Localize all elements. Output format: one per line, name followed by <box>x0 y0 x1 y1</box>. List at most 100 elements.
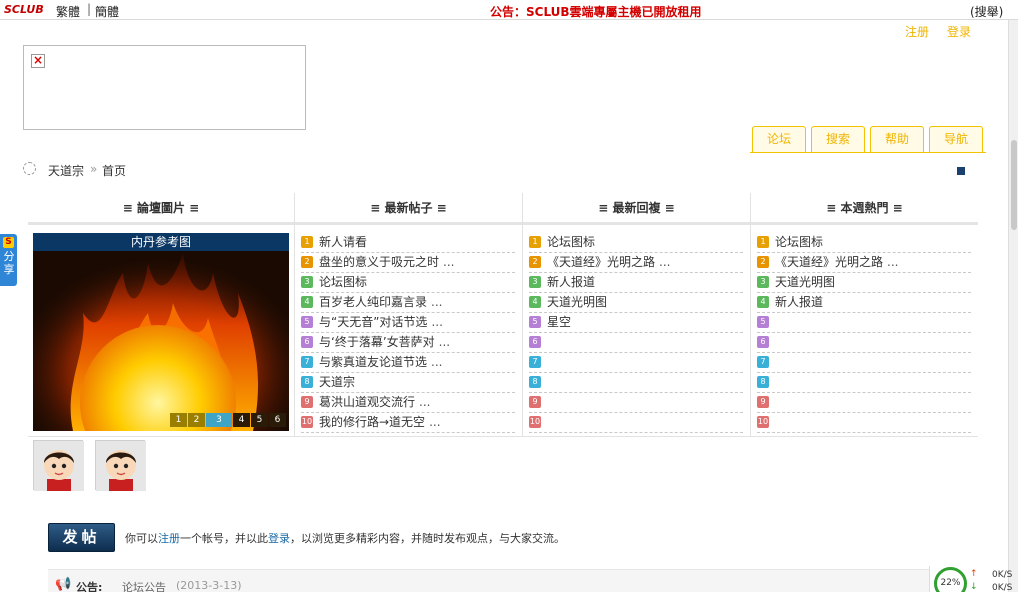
list-item[interactable]: 3 论坛图标 <box>301 273 515 293</box>
list-item[interactable]: 3 天道光明图 <box>757 273 971 293</box>
invite-login-link[interactable]: 登录 <box>268 532 290 545</box>
member-avatar[interactable] <box>95 440 146 491</box>
list-item[interactable]: 10 我的修行路→道无空... <box>301 413 515 433</box>
list-item-title[interactable]: 百岁老人纯印嘉言录 <box>319 295 427 309</box>
photo-page-5[interactable]: 5 <box>251 413 268 427</box>
traditional-link[interactable]: 繁體 <box>56 3 80 20</box>
list-item-title[interactable]: 天道光明图 <box>547 295 607 309</box>
photo-page-2[interactable]: 2 <box>188 413 205 427</box>
list-item[interactable]: 8 <box>529 373 743 393</box>
column-header-photos: ≡ 論壇圖片 ≡ <box>28 193 294 225</box>
tab-search[interactable]: 搜索 <box>811 126 865 153</box>
truncation-ellipsis: ... <box>431 355 443 369</box>
list-item[interactable]: 4 新人报道 <box>757 293 971 313</box>
photo-column: ≡ 論壇圖片 ≡ 内丹参考图 1 2 3 4 5 6 <box>28 193 294 437</box>
rank-badge-icon: 5 <box>757 316 769 328</box>
list-item[interactable]: 1 论坛图标 <box>529 233 743 253</box>
member-avatar[interactable] <box>33 440 84 491</box>
new-post-button[interactable]: 发帖 <box>48 523 115 552</box>
list-item-title[interactable]: 论坛图标 <box>547 235 595 249</box>
list-item-title[interactable]: 《天道经》光明之路 <box>547 255 655 269</box>
list-item[interactable]: 8 <box>757 373 971 393</box>
photo-page-6[interactable]: 6 <box>269 413 286 427</box>
rank-badge-icon: 9 <box>757 396 769 408</box>
network-meter[interactable]: 22% ↑ ↓ 0K/S 0K/S <box>929 566 1012 592</box>
list-item[interactable]: 6 与‘终于落幕’女菩萨对... <box>301 333 515 353</box>
announcement-link[interactable]: 论坛公告 <box>122 579 166 592</box>
list-item-title[interactable]: 葛洪山道观交流行 <box>319 395 415 409</box>
list-item[interactable]: 7 与紫真道友论道节选... <box>301 353 515 373</box>
list-item[interactable]: 5 与“天无音”对话节选... <box>301 313 515 333</box>
list-item-title[interactable]: 新人报道 <box>547 275 595 289</box>
rank-badge-icon: 8 <box>757 376 769 388</box>
list-item[interactable]: 3 新人报道 <box>529 273 743 293</box>
photo-caption[interactable]: 内丹参考图 <box>33 233 289 251</box>
list-item[interactable]: 5 星空 <box>529 313 743 333</box>
list-item-title[interactable]: 论坛图标 <box>775 235 823 249</box>
list-item-title[interactable]: 星空 <box>547 315 571 329</box>
register-link[interactable]: 注册 <box>905 23 929 40</box>
rank-badge-icon: 2 <box>529 256 541 268</box>
invite-register-link[interactable]: 注册 <box>158 532 180 545</box>
list-item[interactable]: 2 盘坐的意义于吸元之时... <box>301 253 515 273</box>
tab-help[interactable]: 帮助 <box>870 126 924 153</box>
breadcrumb-home[interactable]: 天道宗 <box>48 162 84 179</box>
list-item-title[interactable]: 盘坐的意义于吸元之时 <box>319 255 439 269</box>
collapse-toggle-icon[interactable] <box>957 167 965 175</box>
rank-badge-icon: 3 <box>301 276 313 288</box>
rank-badge-icon: 6 <box>757 336 769 348</box>
site-notice[interactable]: 公告：SCLUB雲端專屬主機已開放租用 <box>490 3 702 20</box>
photo-page-3[interactable]: 3 <box>206 413 232 427</box>
login-link[interactable]: 登录 <box>947 23 971 40</box>
photo-page-4[interactable]: 4 <box>233 413 250 427</box>
list-item-title[interactable]: 与‘终于落幕’女菩萨对 <box>319 335 435 349</box>
list-item[interactable]: 1 新人请看 <box>301 233 515 253</box>
list-item-title[interactable]: 我的修行路→道无空 <box>319 415 425 429</box>
site-logo[interactable]: SCLUB <box>4 3 44 16</box>
rank-badge-icon: 6 <box>301 336 313 348</box>
boy-avatar-icon <box>34 441 84 491</box>
photo-page-1[interactable]: 1 <box>170 413 187 427</box>
list-item-title[interactable]: 《天道经》光明之路 <box>775 255 883 269</box>
latest-posts-column: ≡ 最新帖子 ≡ 1 新人请看 2 盘坐的意义于吸元之时... 3 论坛图标 4 百岁老人纯印… <box>294 193 522 437</box>
share-tab[interactable]: S 分享 <box>0 234 17 286</box>
scrollbar-thumb[interactable] <box>1011 140 1017 230</box>
featured-photo[interactable]: 内丹参考图 1 2 3 4 5 6 <box>33 233 289 431</box>
list-item-title[interactable]: 天道光明图 <box>775 275 835 289</box>
list-item[interactable]: 9 <box>757 393 971 413</box>
list-item[interactable]: 4 天道光明图 <box>529 293 743 313</box>
list-item-title[interactable]: 与紫真道友论道节选 <box>319 355 427 369</box>
vertical-scrollbar[interactable] <box>1008 20 1018 592</box>
list-item-title[interactable]: 新人报道 <box>775 295 823 309</box>
list-item[interactable]: 6 <box>757 333 971 353</box>
list-item[interactable]: 8 天道宗 <box>301 373 515 393</box>
list-item-title[interactable]: 论坛图标 <box>319 275 367 289</box>
list-item-title[interactable]: 新人请看 <box>319 235 367 249</box>
list-item[interactable]: 7 <box>757 353 971 373</box>
tab-navigation[interactable]: 导航 <box>929 126 983 153</box>
list-item-title[interactable]: 天道宗 <box>319 375 355 389</box>
home-icon[interactable] <box>23 162 36 175</box>
list-item[interactable]: 9 <box>529 393 743 413</box>
tab-forum[interactable]: 论坛 <box>752 126 806 153</box>
list-item[interactable]: 7 <box>529 353 743 373</box>
list-item[interactable]: 1 论坛图标 <box>757 233 971 253</box>
list-item[interactable]: 10 <box>757 413 971 433</box>
search-link[interactable]: (搜舉) <box>970 3 1003 20</box>
announcement-label: 公告: <box>76 581 103 592</box>
truncation-ellipsis: ... <box>438 335 451 349</box>
list-item[interactable]: 5 <box>757 313 971 333</box>
list-item-title[interactable]: 与“天无音”对话节选 <box>319 315 427 329</box>
simplified-link[interactable]: 簡體 <box>95 3 119 20</box>
invite-mid: 一个帐号，并以此 <box>180 532 268 545</box>
list-item[interactable]: 2 《天道经》光明之路... <box>757 253 971 273</box>
boy-avatar-icon <box>96 441 146 491</box>
column-header-hot-week: ≡ 本週熱門 ≡ <box>751 193 978 225</box>
rank-badge-icon: 9 <box>529 396 541 408</box>
list-item[interactable]: 9 葛洪山道观交流行... <box>301 393 515 413</box>
list-item[interactable]: 6 <box>529 333 743 353</box>
list-item[interactable]: 10 <box>529 413 743 433</box>
truncation-ellipsis: ... <box>443 255 455 269</box>
list-item[interactable]: 4 百岁老人纯印嘉言录... <box>301 293 515 313</box>
list-item[interactable]: 2 《天道经》光明之路... <box>529 253 743 273</box>
